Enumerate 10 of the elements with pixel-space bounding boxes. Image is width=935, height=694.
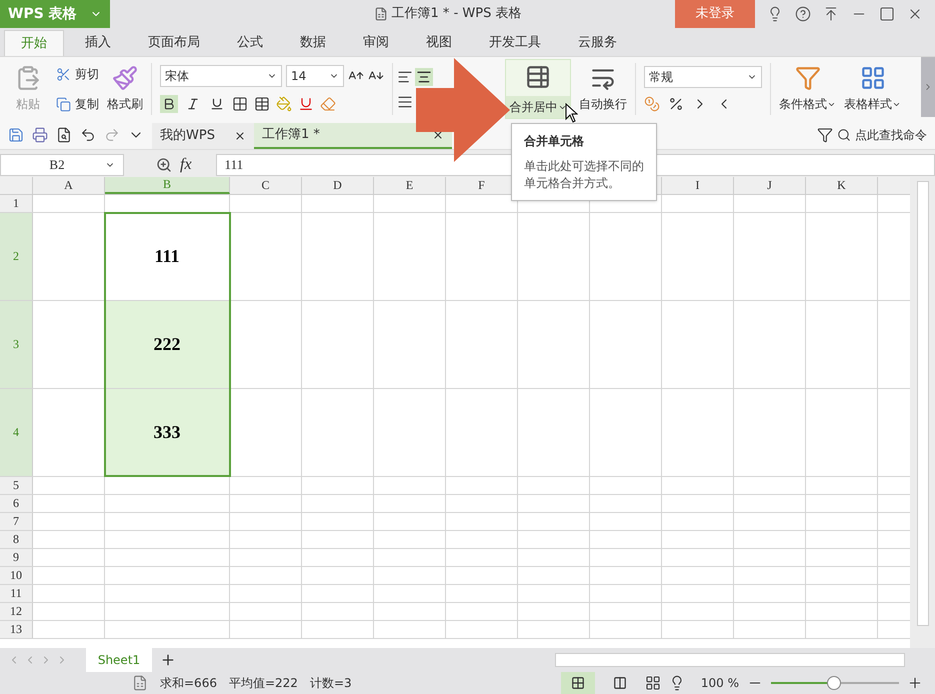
- window-title: 工作簿1 * - WPS 表格: [392, 5, 522, 24]
- cell-value: 222: [154, 332, 180, 356]
- cell-value: 333: [154, 420, 180, 444]
- tooltip-title: 合并单元格: [524, 133, 585, 150]
- status-summary: 平均值=222: [228, 675, 298, 692]
- status-summary: 求和=666: [160, 675, 217, 692]
- cell-value: 111: [154, 244, 180, 268]
- tooltip-text: 单击此处可选择不同的 单元格合并方式。: [524, 158, 644, 192]
- status-summary: 计数=3: [310, 675, 352, 692]
- zoom-level: 100 %: [700, 675, 739, 692]
